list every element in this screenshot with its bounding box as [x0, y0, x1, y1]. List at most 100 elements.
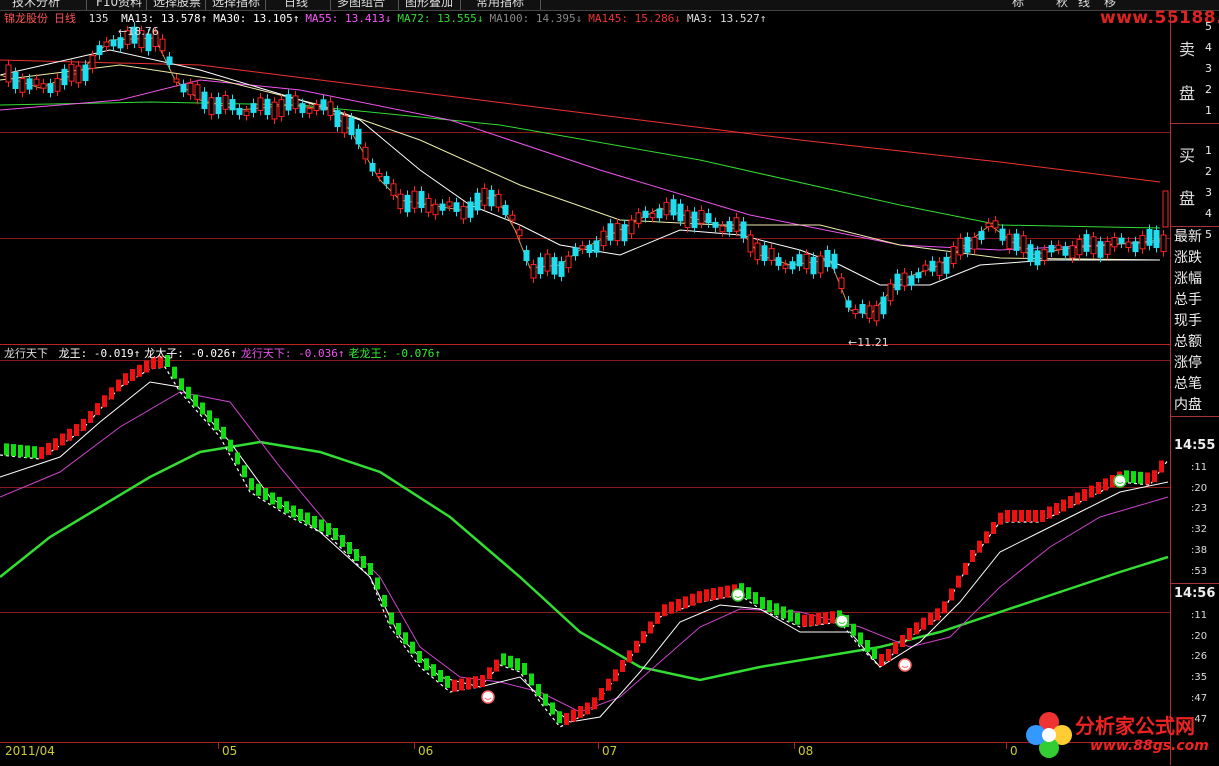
indicator-bar: [522, 663, 527, 675]
indicator-bar: [977, 540, 982, 553]
candle-body: [544, 253, 551, 272]
indicator-bar: [1033, 510, 1038, 522]
candle-body: [425, 197, 432, 213]
sell-level: 4: [1205, 41, 1212, 54]
candle-body: [68, 63, 75, 82]
indicator-legend-item: 龙王: -0.019↑: [58, 347, 141, 360]
tick-row: :20: [1191, 483, 1208, 494]
indicator-bar: [655, 611, 660, 624]
candle-body: [89, 55, 96, 69]
right-tool-3[interactable]: 线: [1078, 0, 1090, 9]
indicator-bar: [1026, 510, 1031, 522]
candle-body: [96, 45, 103, 56]
indicator-bar: [221, 426, 226, 439]
indicator-bar: [991, 522, 996, 534]
indicator-bar: [431, 664, 436, 677]
tab-select-stock[interactable]: 选择股票: [153, 0, 201, 9]
watermark-url: www.88gs.com: [1090, 738, 1209, 754]
bar-count: 135: [88, 12, 109, 25]
indicator-bar: [1089, 485, 1094, 498]
candle-body: [523, 250, 530, 262]
date-label: 08: [798, 744, 814, 758]
indicator-bar: [963, 562, 968, 575]
indicator-bar: [214, 418, 219, 431]
candle-body: [992, 220, 999, 229]
tab-technical-analysis[interactable]: 技术分析: [12, 0, 60, 9]
indicator-bar: [109, 387, 114, 400]
date-label: 05: [222, 744, 238, 758]
tab-daily[interactable]: 日线: [284, 0, 308, 9]
indicator-bar: [347, 542, 352, 554]
candle-body: [285, 94, 292, 111]
tab-multi-chart[interactable]: 多图组合: [337, 0, 385, 9]
indicator-bar: [438, 670, 443, 682]
stat-limit-up: 涨停: [1174, 355, 1202, 371]
candle-body: [229, 99, 236, 111]
candle-body: [894, 273, 901, 291]
indicator-bar: [39, 446, 44, 459]
candle-body: [740, 221, 747, 239]
candle-body: [222, 95, 229, 110]
candle-body: [1153, 230, 1160, 248]
candle-body: [278, 99, 285, 118]
indicator-bar: [872, 647, 877, 659]
indicator-bar: [382, 595, 387, 607]
candlestick-chart[interactable]: ←18.76←11.21: [0, 10, 1170, 350]
indicator-bar: [312, 516, 317, 528]
smiley-signal-icon: [1113, 474, 1127, 488]
buy-label-2: 盘: [1179, 189, 1196, 208]
indicator-bar: [907, 628, 912, 640]
candle-body: [1048, 244, 1055, 253]
indicator-bar: [662, 604, 667, 617]
indicator-bar: [550, 702, 555, 715]
indicator-bar: [1145, 472, 1150, 485]
indicator-bar: [284, 501, 289, 514]
indicator-bar: [172, 366, 177, 379]
tick-row: :38: [1191, 545, 1208, 556]
indicator-bar: [361, 556, 366, 568]
ma-legend-item: MA55: 13.413↓: [305, 12, 392, 25]
candle-body: [1083, 234, 1090, 252]
candle-body: [40, 83, 47, 89]
tab-f10[interactable]: F10资料: [96, 0, 142, 9]
indicator-bar: [466, 677, 471, 690]
candle-body: [159, 38, 166, 52]
candle-body: [110, 39, 117, 47]
candle-body: [453, 202, 460, 212]
indicator-bar: [25, 445, 30, 458]
tab-overlay[interactable]: 图形叠加: [405, 0, 453, 9]
date-label: 06: [418, 744, 434, 758]
candle-body: [747, 234, 754, 253]
sell-label-2: 盘: [1179, 84, 1196, 103]
stat-change: 涨跌: [1174, 250, 1202, 266]
indicator-bar: [942, 601, 947, 614]
candle-body: [901, 272, 908, 287]
candle-body: [649, 212, 656, 219]
tab-common-indicators[interactable]: 常用指标: [476, 0, 524, 9]
candle-body: [908, 275, 915, 286]
candle-body: [292, 95, 299, 110]
indicator-bar: [375, 577, 380, 590]
candle-body: [558, 261, 565, 277]
candle-body: [243, 110, 250, 116]
indicator-bar: [74, 424, 79, 437]
right-tool-2[interactable]: 秋: [1056, 0, 1068, 9]
watermark-bottom: 分析家公式网 www.88gs.com: [1020, 706, 1219, 765]
candle-body: [1013, 233, 1020, 251]
indicator-bar: [263, 488, 268, 501]
indicator-legend-item: 老龙王: -0.076↑: [348, 347, 442, 360]
candle-body: [698, 209, 705, 224]
candle-body: [964, 236, 971, 253]
candle-body: [831, 253, 838, 269]
candle-body: [341, 115, 348, 134]
indicator-chart[interactable]: [0, 347, 1170, 742]
smiley-signal-icon: [731, 588, 745, 602]
tab-select-indicator[interactable]: 选择指标: [212, 0, 260, 9]
right-tool-1[interactable]: 标: [1012, 0, 1024, 9]
indicator-bar: [130, 369, 135, 381]
indicator-bar: [886, 649, 891, 661]
ma-legend-item: MA13: 13.578↑: [121, 12, 208, 25]
candle-body: [460, 205, 467, 220]
candle-body: [929, 260, 936, 272]
tick-row: :26: [1191, 651, 1208, 662]
